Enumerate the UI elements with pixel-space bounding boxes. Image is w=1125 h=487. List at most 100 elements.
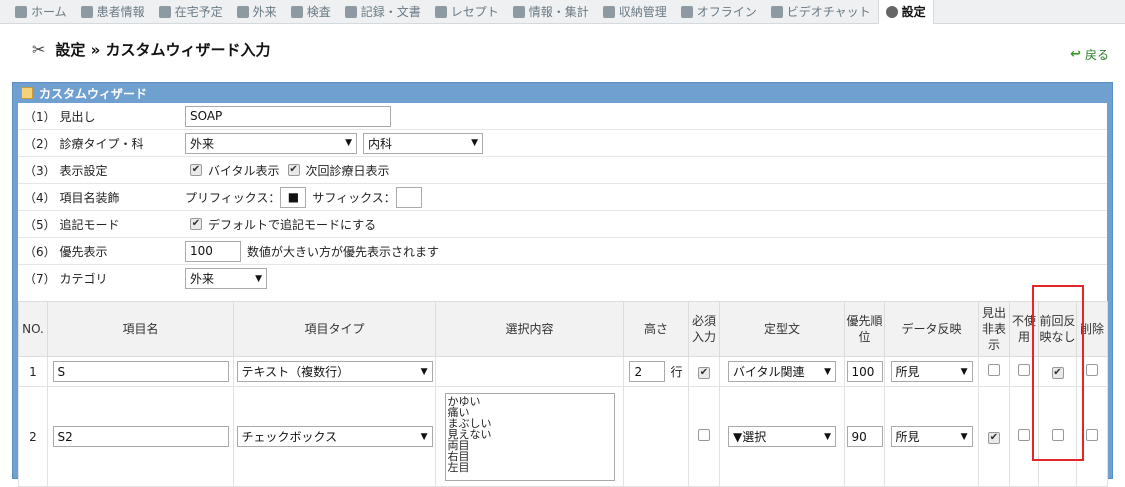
item-name-input[interactable]: S	[52, 361, 229, 382]
nav-receipt[interactable]: レセプト	[428, 0, 506, 24]
nav-label: レセプト	[450, 5, 499, 19]
unused-checkbox[interactable]	[1018, 429, 1030, 441]
chevron-down-icon: ▼	[420, 431, 428, 442]
col-template: 定型文	[719, 301, 845, 357]
decoration-label: （4） 項目名装飾	[24, 190, 120, 205]
reflect-select[interactable]: 所見 ▼	[890, 426, 973, 447]
nav-label: 外来	[252, 5, 277, 19]
items-table: NO. 項目名 項目タイプ 選択内容 高さ 必須入力 定型文 優先順位 データ反…	[18, 301, 1108, 487]
nav-records[interactable]: 記録・文書	[338, 0, 428, 24]
chevron-down-icon: ▼	[960, 431, 968, 442]
suffix-input[interactable]	[395, 186, 422, 208]
wizard-icon	[21, 87, 33, 99]
nav-label: 収納管理	[618, 5, 667, 19]
nav-video[interactable]: ビデオチャット	[764, 0, 878, 24]
table-row: 2 S2 チェックボックス ▼ かゆい 痛い まぶしい 見えない 両目 右目 左目…	[18, 386, 1108, 487]
nav-label: オフライン	[696, 5, 757, 19]
nav-home[interactable]: ホーム	[8, 0, 74, 24]
required-checkbox[interactable]	[698, 429, 710, 441]
hide-heading-checkbox[interactable]	[988, 364, 1000, 376]
col-hide: 見出非表示	[978, 301, 1010, 357]
item-type-select[interactable]: チェックボックス ▼	[236, 426, 433, 447]
nav-patient[interactable]: 患者情報	[74, 0, 152, 24]
next-visit-label: 次回診療日表示	[305, 163, 390, 178]
options-textarea[interactable]: かゆい 痛い まぶしい 見えない 両目 右目 左目	[444, 392, 615, 481]
row-no: 2	[18, 386, 48, 487]
heading-input[interactable]: SOAP	[185, 105, 391, 127]
template-select[interactable]: バイタル関連 ▼	[728, 361, 836, 382]
unused-checkbox[interactable]	[1018, 364, 1030, 376]
back-link[interactable]: ↩ 戻る	[1070, 46, 1109, 63]
reflect-select[interactable]: 所見 ▼	[890, 361, 973, 382]
nav-billing[interactable]: 収納管理	[596, 0, 674, 24]
item-name-input[interactable]: S2	[52, 426, 229, 447]
form-row-append: （5） 追記モード ✔ デフォルトで追記モードにする	[18, 211, 1107, 238]
suffix-label: サフィックス：	[312, 190, 396, 205]
delete-checkbox[interactable]	[1086, 364, 1098, 376]
panel-title: カスタムウィザード	[39, 86, 148, 101]
department-select[interactable]: 内科 ▼	[363, 132, 483, 154]
nav-label: ホーム	[31, 5, 67, 19]
card-icon	[434, 5, 447, 18]
order-input[interactable]: 100	[846, 361, 883, 382]
priority-note: 数値が大きい方が優先表示されます	[247, 244, 440, 259]
order-input[interactable]: 90	[846, 426, 883, 447]
nav-exam[interactable]: 検査	[284, 0, 338, 24]
next-visit-checkbox[interactable]: ✔	[287, 164, 300, 176]
page-header: ✂ 設定 » カスタムウィザード入力 ↩ 戻る	[0, 24, 1125, 80]
video-icon	[770, 5, 783, 18]
top-nav: ホーム 患者情報 在宅予定 外来 検査 記録・文書 レセプト 情報・集計 収納管…	[0, 0, 1125, 24]
height-unit: 行	[670, 365, 683, 379]
height-input[interactable]: 2	[629, 361, 666, 382]
chevron-down-icon: ▼	[960, 366, 968, 377]
delete-checkbox[interactable]	[1086, 429, 1098, 441]
chevron-down-icon: ▼	[255, 273, 262, 284]
home-icon	[15, 5, 27, 18]
priority-input[interactable]: 100	[185, 240, 241, 262]
nav-outpatient[interactable]: 外来	[230, 0, 284, 24]
item-type-value: テキスト（複数行）	[241, 365, 350, 379]
col-type: 項目タイプ	[233, 301, 436, 357]
table-header-row: NO. 項目名 項目タイプ 選択内容 高さ 必須入力 定型文 優先順位 データ反…	[18, 301, 1108, 357]
form-row-category: （7） カテゴリ 外来 ▼	[18, 265, 1107, 292]
chevron-down-icon: ▼	[824, 431, 831, 442]
clock-icon	[158, 5, 171, 18]
chart-icon	[290, 5, 303, 18]
template-select[interactable]: ▼選択 ▼	[728, 426, 836, 447]
reflect-value: 所見	[895, 365, 920, 379]
category-select[interactable]: 外来 ▼	[185, 268, 267, 289]
visit-type-select[interactable]: 外来 ▼	[185, 132, 357, 154]
append-mode-text: デフォルトで追記モードにする	[208, 217, 377, 232]
priority-label: （6） 優先表示	[24, 244, 108, 259]
chevron-down-icon: ▼	[824, 366, 831, 377]
col-height: 高さ	[623, 301, 689, 357]
back-arrow-icon: ↩	[1070, 47, 1081, 62]
nav-home-visit[interactable]: 在宅予定	[152, 0, 230, 24]
tag-icon	[602, 5, 615, 18]
nav-label: ビデオチャット	[786, 5, 871, 19]
category-label: （7） カテゴリ	[24, 272, 108, 286]
patient-icon	[80, 5, 93, 18]
item-type-select[interactable]: テキスト（複数行） ▼	[236, 361, 433, 382]
panel-header: カスタムウィザード	[13, 83, 1112, 103]
required-checkbox[interactable]: ✔	[698, 367, 710, 379]
hide-heading-checkbox[interactable]: ✔	[988, 432, 1000, 444]
append-mode-checkbox[interactable]: ✔	[190, 218, 202, 230]
nav-offline[interactable]: オフライン	[674, 0, 764, 24]
nav-label: 情報・集計	[528, 5, 589, 19]
chevron-down-icon: ▼	[471, 138, 478, 148]
nav-stats[interactable]: 情報・集計	[506, 0, 596, 24]
nav-label: 在宅予定	[174, 5, 223, 19]
nav-settings[interactable]: 設定	[877, 0, 934, 24]
form-row-priority: （6） 優先表示 100 数値が大きい方が優先表示されます	[18, 238, 1107, 265]
nav-label: 設定	[901, 5, 926, 19]
col-no: NO.	[18, 301, 48, 357]
prefix-input[interactable]: ■	[280, 186, 307, 208]
vital-checkbox[interactable]: ✔	[190, 164, 202, 176]
item-type-value: チェックボックス	[241, 430, 338, 444]
table-row: 1 S テキスト（複数行） ▼ 2行 ✔ バイタル関連 ▼ 100 所見 ▼ ✔	[18, 356, 1108, 387]
wizard-panel: カスタムウィザード （1） 見出し SOAP （2） 診療タイプ・科 外来 ▼ 内…	[12, 82, 1113, 487]
tools-icon: ✂	[32, 40, 46, 59]
options-cell	[435, 356, 624, 387]
nav-label: 患者情報	[96, 5, 145, 19]
